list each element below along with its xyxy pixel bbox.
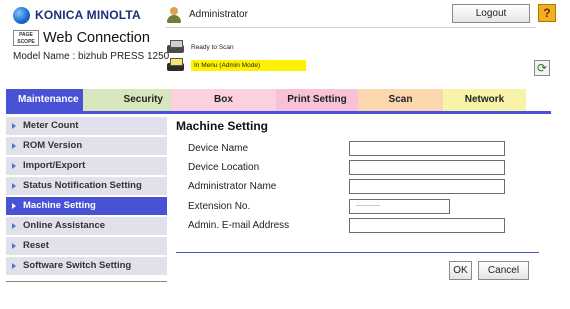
- device-name-field[interactable]: [349, 141, 505, 156]
- arrow-right-icon: [12, 263, 16, 269]
- arrow-right-icon: [12, 183, 16, 189]
- sidebar: Meter Count ROM Version Import/Export St…: [6, 117, 167, 277]
- sidebar-item-label: Meter Count: [23, 120, 79, 131]
- device-name-label: Device Name: [188, 143, 249, 154]
- admin-email-field[interactable]: [349, 218, 505, 233]
- sidebar-divider: [6, 281, 167, 282]
- tab-underline: [6, 111, 551, 114]
- ok-button[interactable]: OK: [449, 261, 472, 280]
- brand-name: KONICA MINOLTA: [35, 8, 141, 22]
- tab-maintenance[interactable]: Maintenance: [6, 89, 83, 111]
- sidebar-item-software-switch[interactable]: Software Switch Setting: [6, 257, 167, 275]
- sidebar-item-status-notification[interactable]: Status Notification Setting: [6, 177, 167, 195]
- main-tabs: Maintenance Security Box Print Setting S…: [6, 89, 551, 111]
- header-divider: [166, 27, 536, 28]
- printer-status-icon: [166, 40, 185, 54]
- tab-network[interactable]: Network: [443, 89, 526, 111]
- web-connection-title: PAGE SCOPE Web Connection: [13, 30, 163, 46]
- sidebar-item-import-export[interactable]: Import/Export: [6, 157, 167, 175]
- pagescope-logo-icon: PAGE SCOPE: [13, 30, 39, 46]
- sidebar-item-label: Reset: [23, 240, 49, 251]
- brand-block: KONICA MINOLTA PAGE SCOPE Web Connection…: [13, 4, 170, 62]
- konica-minolta-logo: KONICA MINOLTA: [13, 4, 163, 26]
- help-icon[interactable]: ?: [538, 4, 556, 22]
- status-ready-text: Ready to Scan: [191, 43, 234, 51]
- administrator-name-field[interactable]: [349, 179, 505, 194]
- status-ready: Ready to Scan: [166, 38, 234, 56]
- model-name: Model Name : bizhub PRESS 1250: [13, 51, 170, 62]
- tab-security[interactable]: Security: [83, 89, 171, 111]
- sidebar-item-rom-version[interactable]: ROM Version: [6, 137, 167, 155]
- device-location-field[interactable]: [349, 160, 505, 175]
- page-title: Machine Setting: [176, 119, 269, 133]
- arrow-right-icon: [12, 143, 16, 149]
- sidebar-item-label: Software Switch Setting: [23, 260, 132, 271]
- sidebar-item-label: Machine Setting: [23, 200, 96, 211]
- printer-menu-icon: [166, 58, 185, 72]
- tab-box[interactable]: Box: [171, 89, 276, 111]
- sidebar-item-label: Status Notification Setting: [23, 180, 142, 191]
- form-divider: [176, 252, 539, 253]
- arrow-right-icon: [12, 223, 16, 229]
- logout-button[interactable]: Logout: [452, 4, 530, 23]
- administrator-name-label: Administrator Name: [188, 181, 277, 192]
- sidebar-item-label: Online Assistance: [23, 220, 106, 231]
- admin-email-label: Admin. E-mail Address: [188, 220, 290, 231]
- machine-setting-panel: Machine Setting Device Name Device Locat…: [176, 117, 540, 280]
- status-menu: In Menu (Admin Mode): [166, 56, 307, 74]
- arrow-right-icon: [12, 163, 16, 169]
- sidebar-item-reset[interactable]: Reset: [6, 237, 167, 255]
- sidebar-item-online-assistance[interactable]: Online Assistance: [6, 217, 167, 235]
- extension-no-field[interactable]: [349, 199, 450, 214]
- arrow-right-icon: [12, 243, 16, 249]
- user-name: Administrator: [189, 8, 248, 20]
- tab-scan[interactable]: Scan: [358, 89, 443, 111]
- status-menu-text: In Menu (Admin Mode): [191, 59, 307, 71]
- globe-logo-icon: [13, 6, 30, 24]
- sidebar-item-machine-setting[interactable]: Machine Setting: [6, 197, 167, 215]
- app-title: Web Connection: [43, 30, 150, 46]
- arrow-right-icon: [12, 203, 16, 209]
- refresh-icon[interactable]: ⟳: [534, 60, 550, 76]
- cancel-button[interactable]: Cancel: [478, 261, 529, 280]
- sidebar-item-label: Import/Export: [23, 160, 86, 171]
- sidebar-item-label: ROM Version: [23, 140, 83, 151]
- sidebar-item-meter-count[interactable]: Meter Count: [6, 117, 167, 135]
- extension-no-label: Extension No.: [188, 201, 251, 212]
- arrow-right-icon: [12, 123, 16, 129]
- extension-placeholder: [356, 205, 380, 206]
- administrator-icon: [166, 6, 184, 23]
- device-location-label: Device Location: [188, 162, 260, 173]
- tab-print-setting[interactable]: Print Setting: [276, 89, 358, 111]
- user-info: Administrator: [166, 4, 248, 24]
